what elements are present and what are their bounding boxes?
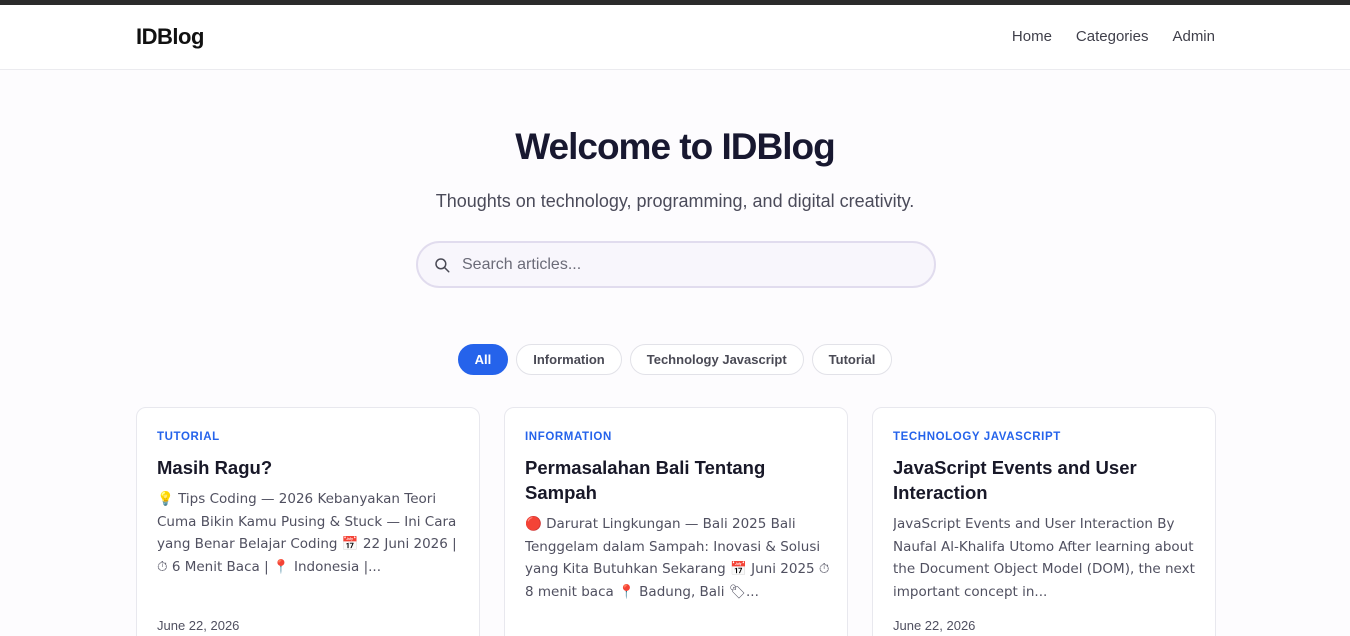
article-card[interactable]: TECHNOLOGY JAVASCRIPT JavaScript Events … (872, 407, 1216, 636)
article-card[interactable]: INFORMATION Permasalahan Bali Tentang Sa… (504, 407, 848, 636)
search-box (416, 241, 936, 288)
nav-home-link[interactable]: Home (1012, 28, 1052, 45)
card-date: June 22, 2026 (157, 618, 240, 633)
card-date: June 22, 2026 (893, 618, 976, 633)
card-category: TECHNOLOGY JAVASCRIPT (893, 431, 1061, 443)
filter-technology-javascript-chip[interactable]: Technology Javascript (629, 344, 804, 375)
navbar: IDBlog Home Categories Admin (0, 5, 1350, 70)
card-excerpt: 🔴 Darurat Lingkungan — Bali 2025 Bali Te… (525, 516, 830, 600)
search-icon (435, 258, 450, 273)
nav-admin-link[interactable]: Admin (1172, 28, 1215, 45)
card-excerpt: JavaScript Events and User Interaction B… (893, 516, 1195, 600)
nav-links: Home Categories Admin (1012, 28, 1215, 45)
filter-information-chip[interactable]: Information (516, 344, 622, 375)
nav-categories-link[interactable]: Categories (1076, 28, 1149, 45)
brand-logo[interactable]: IDBlog (136, 24, 204, 50)
card-category: TUTORIAL (157, 431, 220, 443)
card-title[interactable]: Permasalahan Bali Tentang Sampah (525, 455, 825, 505)
filter-all-chip[interactable]: All (457, 344, 509, 375)
filter-tutorial-chip[interactable]: Tutorial (811, 344, 893, 375)
category-filters: All Information Technology Javascript Tu… (0, 344, 1350, 375)
search-input[interactable] (462, 253, 912, 277)
card-category: INFORMATION (525, 431, 612, 443)
card-title[interactable]: JavaScript Events and User Interaction (893, 455, 1193, 505)
card-title[interactable]: Masih Ragu? (157, 455, 457, 480)
hero-subtitle: Thoughts on technology, programming, and… (435, 191, 915, 211)
article-card[interactable]: TUTORIAL Masih Ragu? 💡 Tips Coding — 202… (136, 407, 480, 636)
card-excerpt: 💡 Tips Coding — 2026 Kebanyakan Teori Cu… (157, 491, 457, 575)
hero-title: Welcome to IDBlog (515, 126, 835, 167)
